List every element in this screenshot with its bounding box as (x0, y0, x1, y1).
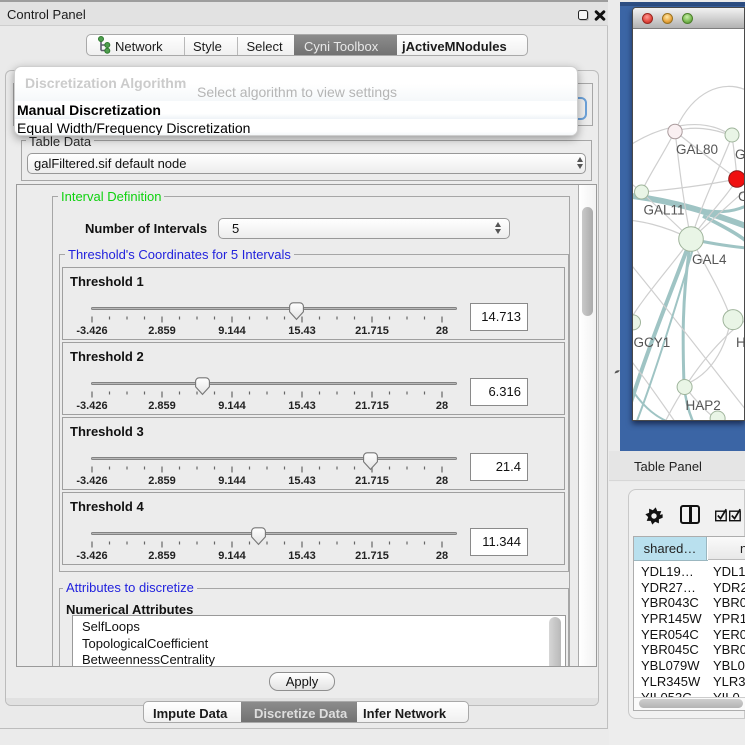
svg-text:GA: GA (735, 147, 745, 162)
svg-text:GAL4: GAL4 (692, 252, 727, 267)
svg-text:GAL80: GAL80 (676, 142, 718, 157)
svg-text:C: C (738, 189, 745, 204)
svg-text:GCY1: GCY1 (634, 335, 671, 350)
svg-text:GAL11: GAL11 (644, 203, 685, 218)
svg-text:HI: HI (736, 335, 745, 350)
svg-text:HAP2: HAP2 (686, 398, 721, 413)
